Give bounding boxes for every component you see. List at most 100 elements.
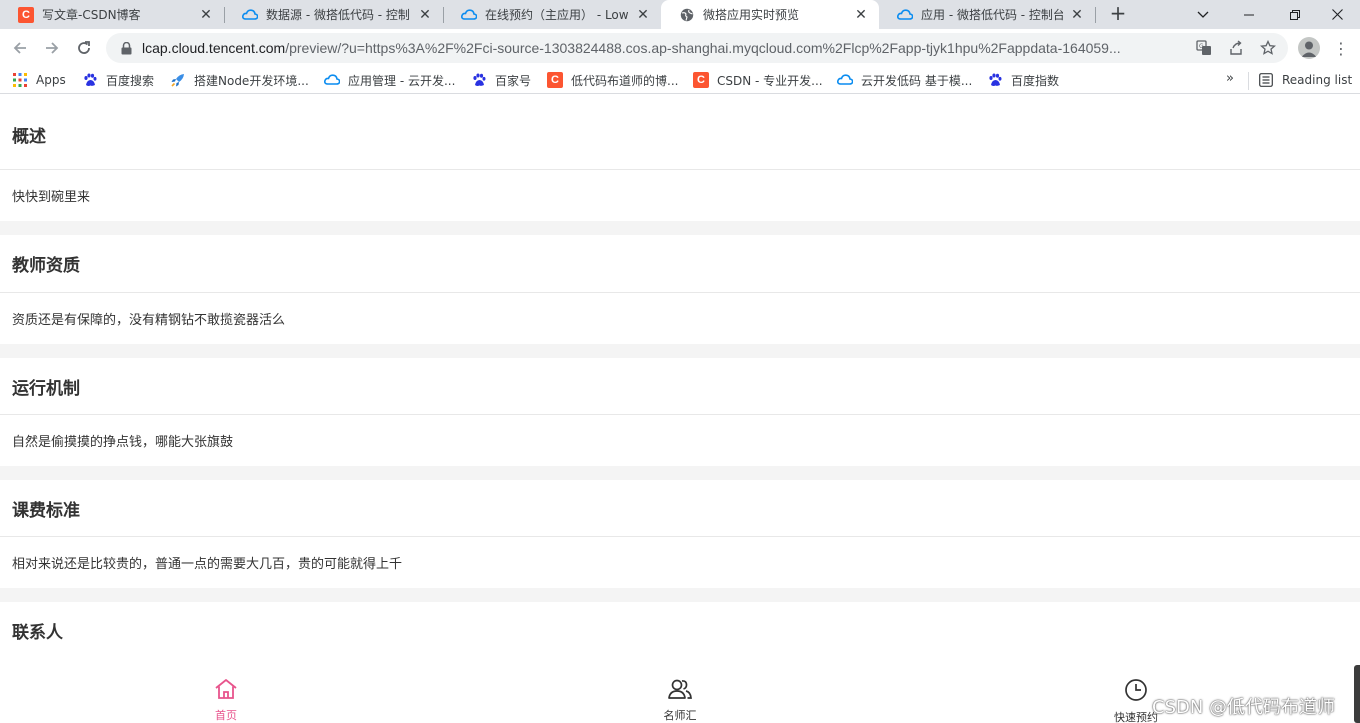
url-text[interactable]: lcap.cloud.tencent.com/preview/?u=https%…	[142, 40, 1184, 56]
globe-icon	[679, 7, 695, 23]
section-title: 概述	[0, 99, 1360, 170]
section-title: 运行机制	[0, 358, 1360, 415]
home-icon	[214, 678, 238, 704]
reading-list-icon	[1258, 72, 1274, 88]
star-icon[interactable]	[1256, 36, 1280, 60]
more-bookmarks-button[interactable]: »	[1226, 71, 1234, 86]
close-icon[interactable]: ✕	[635, 7, 651, 23]
csdn-watermark: CSDN @低代码布道师	[1152, 697, 1336, 718]
section-overview: 概述 快快到碗里来	[0, 99, 1360, 220]
bookmark-csdn[interactable]: C CSDN - 专业开发...	[693, 71, 823, 89]
tab-search-button[interactable]	[1180, 0, 1226, 29]
bookmark-baidu-search[interactable]: 百度搜索	[82, 71, 154, 89]
minimize-button[interactable]	[1226, 0, 1272, 29]
reading-list-label: Reading list	[1282, 73, 1353, 87]
share-icon[interactable]	[1224, 36, 1248, 60]
tencent-cloud-icon	[461, 7, 477, 23]
bookmark-label: 百家号	[495, 73, 532, 88]
csdn-icon: C	[693, 72, 709, 88]
browser-tab-booking[interactable]: 在线预约（主应用） - LowC ✕	[443, 0, 661, 29]
baidu-icon	[471, 72, 487, 88]
back-arrow-icon[interactable]	[8, 36, 32, 60]
restore-button[interactable]	[1272, 0, 1318, 29]
tab-famous-teachers[interactable]: 名师汇	[640, 658, 720, 723]
section-title: 教师资质	[0, 235, 1360, 293]
bookmark-baidu-index[interactable]: 百度指数	[987, 71, 1059, 89]
tencent-cloud-icon	[837, 72, 853, 88]
svg-text:G: G	[1199, 43, 1204, 50]
bookmark-lowcode-blog[interactable]: C 低代码布道师的博...	[547, 71, 678, 89]
section-body: 自然是偷摸摸的挣点钱，哪能大张旗鼓	[12, 434, 234, 450]
section-contact: 联系人	[0, 602, 1360, 660]
reload-icon[interactable]	[72, 36, 96, 60]
tencent-cloud-icon	[324, 72, 340, 88]
page-viewport: 概述 快快到碗里来 教师资质 资质还是有保障的，没有精钢钻不敢揽瓷器活么 运行机…	[0, 99, 1360, 723]
translate-icon[interactable]: G	[1192, 36, 1216, 60]
browser-tab-csdn-write[interactable]: C 写文章-CSDN博客 ✕	[0, 0, 224, 29]
tab-title: 在线预约（主应用） - LowC	[485, 8, 629, 22]
tencent-cloud-icon	[897, 7, 913, 23]
browser-tab-preview[interactable]: 微搭应用实时预览 ✕	[661, 0, 879, 29]
tencent-cloud-icon	[242, 7, 258, 23]
baidu-icon	[987, 72, 1003, 88]
profile-avatar-icon[interactable]	[1298, 37, 1320, 59]
bookmark-label: CSDN - 专业开发...	[717, 73, 823, 88]
section-divider	[0, 466, 1360, 480]
bookmark-apps[interactable]: Apps	[12, 71, 66, 89]
section-divider	[0, 344, 1360, 358]
bookmark-label: 搭建Node开发环境...	[194, 73, 309, 88]
tab-label: 名师汇	[663, 709, 697, 722]
bookmark-label: 低代码布道师的博...	[571, 73, 679, 88]
section-divider	[0, 221, 1360, 235]
section-title: 课费标准	[0, 480, 1360, 537]
bookmark-label: 应用管理 - 云开发...	[348, 73, 456, 88]
section-teacher-qualification: 教师资质 资质还是有保障的，没有精钢钻不敢揽瓷器活么	[0, 235, 1360, 343]
bookmark-node-env[interactable]: 搭建Node开发环境...	[170, 71, 309, 89]
bookmark-label: 百度搜索	[106, 73, 155, 88]
tab-separator	[1095, 7, 1096, 23]
close-window-button[interactable]	[1314, 0, 1360, 29]
section-body: 相对来说还是比较贵的，普通一点的需要大几百，贵的可能就得上千	[12, 556, 403, 572]
bookmark-cloud-lowcode[interactable]: 云开发低码 基于模...	[837, 71, 972, 89]
rocket-icon	[170, 72, 186, 88]
apps-grid-icon	[12, 72, 28, 88]
tab-home[interactable]: 首页	[186, 658, 266, 723]
address-bar[interactable]: lcap.cloud.tencent.com/preview/?u=https%…	[106, 33, 1288, 63]
section-body: 资质还是有保障的，没有精钢钻不敢揽瓷器活么	[12, 312, 286, 328]
csdn-icon: C	[547, 72, 563, 88]
lock-icon[interactable]	[118, 40, 134, 56]
section-body: 快快到碗里来	[12, 189, 91, 205]
section-fee-standard: 课费标准 相对来说还是比较贵的，普通一点的需要大几百，贵的可能就得上千	[0, 480, 1360, 587]
close-icon[interactable]: ✕	[853, 7, 869, 23]
tab-label: 首页	[215, 709, 237, 722]
bookmarks-bar: Apps 百度搜索 搭建Node开发环境... 应用管理 - 云开发... 百家…	[0, 67, 1360, 94]
bookmark-baijiahao[interactable]: 百家号	[471, 71, 531, 89]
browser-menu-icon[interactable]: ⋮	[1333, 37, 1349, 59]
browser-tab-apps-console[interactable]: 应用 - 微搭低代码 - 控制台 ✕	[879, 0, 1095, 29]
section-title: 联系人	[0, 602, 1360, 660]
browser-tab-strip: C 写文章-CSDN博客 ✕ 数据源 - 微搭低代码 - 控制台 ✕ 在线预约（…	[0, 0, 1360, 29]
bookmark-label: 百度指数	[1011, 73, 1060, 88]
bookmarks-divider	[1248, 72, 1249, 90]
close-icon[interactable]: ✕	[417, 7, 433, 23]
tab-title: 应用 - 微搭低代码 - 控制台	[921, 8, 1063, 22]
url-host: lcap.cloud.tencent.com	[142, 40, 286, 56]
url-path: /preview/?u=https%3A%2F%2Fci-source-1303…	[285, 40, 1121, 56]
browser-tab-datasource[interactable]: 数据源 - 微搭低代码 - 控制台 ✕	[224, 0, 443, 29]
section-divider	[0, 588, 1360, 602]
csdn-icon: C	[18, 6, 34, 23]
bookmark-app-management[interactable]: 应用管理 - 云开发...	[324, 71, 455, 89]
section-operating-mechanism: 运行机制 自然是偷摸摸的挣点钱，哪能大张旗鼓	[0, 358, 1360, 465]
tab-title: 写文章-CSDN博客	[42, 8, 141, 22]
baidu-icon	[82, 72, 98, 88]
new-tab-button[interactable]: +	[1106, 2, 1130, 26]
bookmark-label: 云开发低码 基于模...	[861, 73, 973, 88]
close-icon[interactable]: ✕	[198, 7, 214, 23]
close-icon[interactable]: ✕	[1069, 7, 1085, 23]
tab-title: 数据源 - 微搭低代码 - 控制台	[266, 8, 411, 22]
reading-list-button[interactable]: Reading list	[1258, 71, 1352, 89]
users-icon	[667, 678, 693, 704]
forward-arrow-icon[interactable]	[40, 36, 64, 60]
scrollbar-thumb[interactable]	[1354, 665, 1360, 723]
clock-icon	[1124, 678, 1148, 706]
